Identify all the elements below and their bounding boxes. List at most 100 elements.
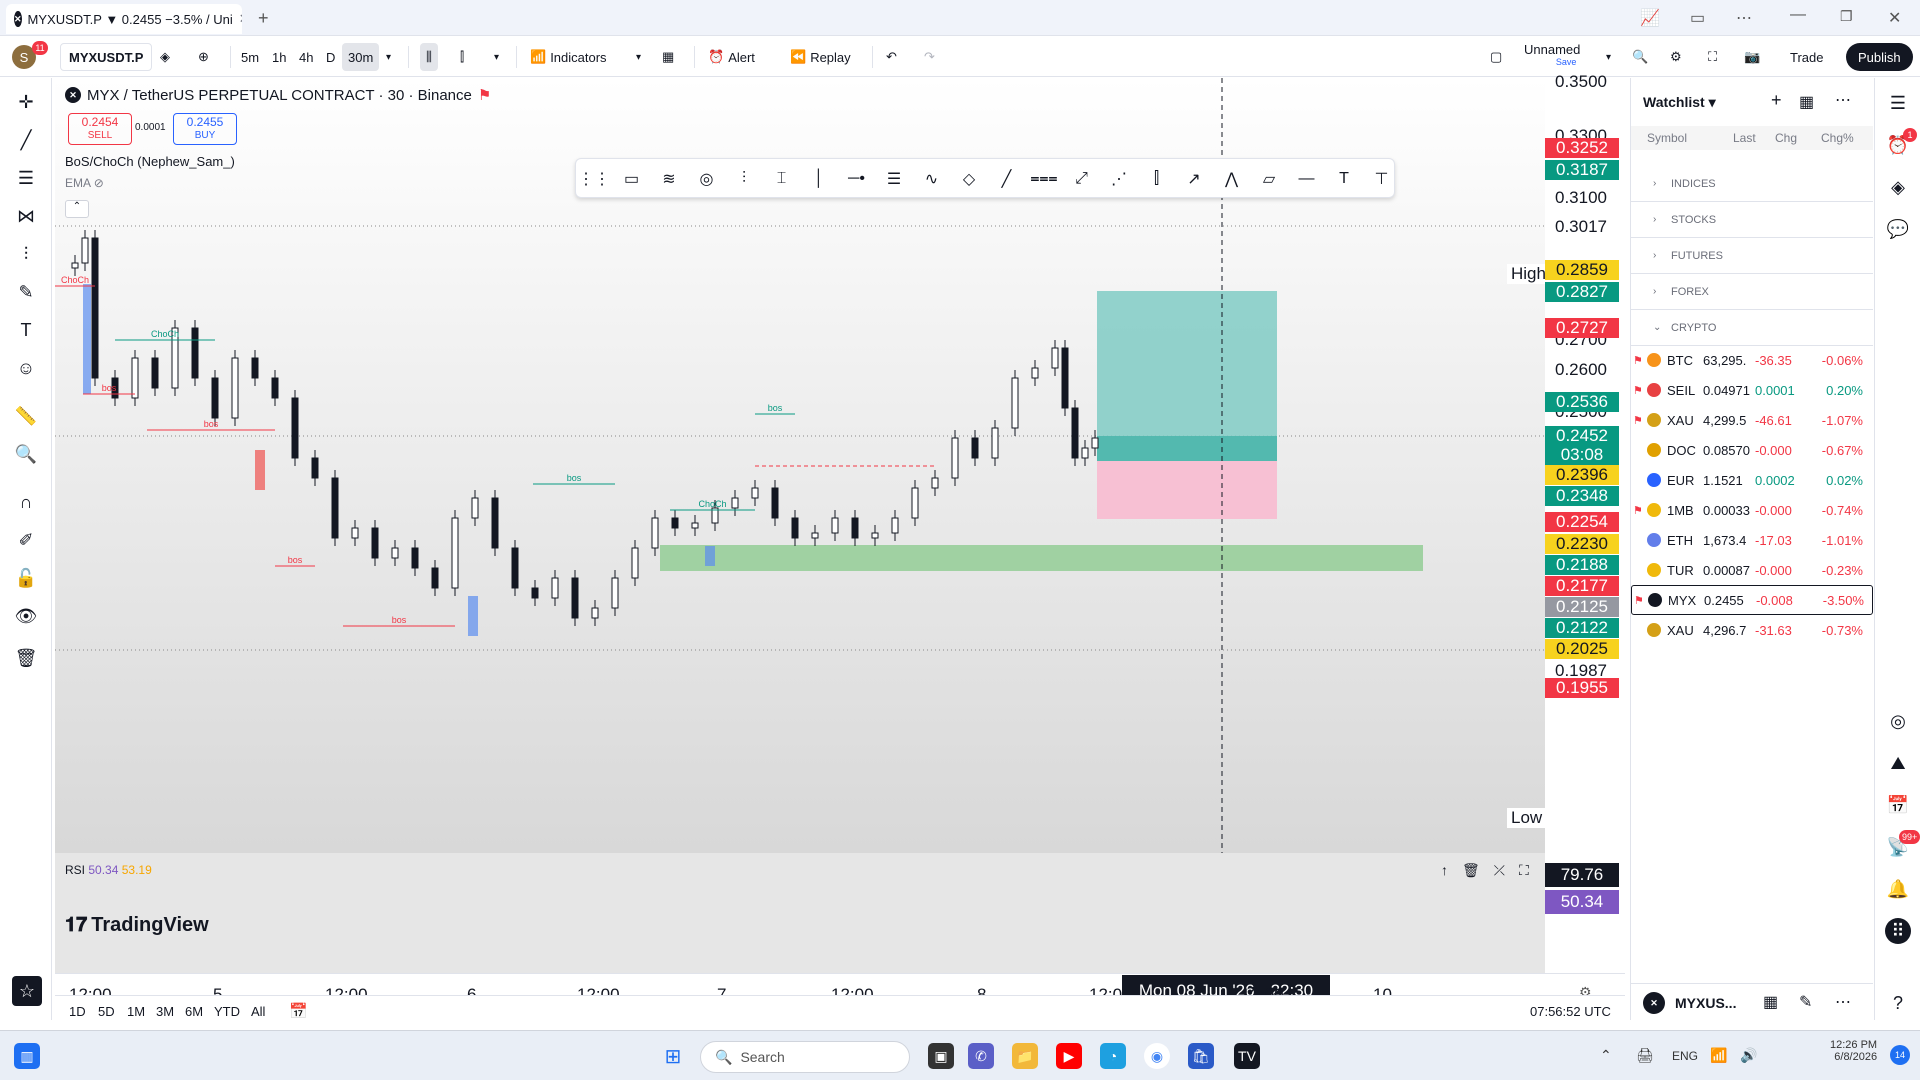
taskbar-search[interactable]: 🔍 Search (700, 1041, 910, 1073)
toolbar-gann-fan-icon[interactable]: ⋰ (1107, 167, 1131, 191)
watchlist-category[interactable]: › FOREX (1631, 274, 1873, 310)
watchlist-row[interactable]: TUR 0.00087 -0.000 -0.23% (1631, 555, 1873, 585)
system-clock[interactable]: 12:26 PM 6/8/2026 (1830, 1039, 1877, 1063)
fib-icon[interactable]: ⫶ (12, 240, 40, 268)
interval-30m[interactable]: 30m (342, 43, 380, 71)
interval-d[interactable]: D (326, 43, 335, 71)
system-tray-chevron-icon[interactable]: ⌃ (1600, 1047, 1612, 1064)
date-range-icon[interactable]: 📅 (289, 1002, 308, 1020)
sell-button[interactable]: 0.2454 SELL (68, 113, 132, 145)
range-all[interactable]: All (251, 1004, 265, 1019)
watchlist-flag-icon[interactable]: ⚑ (1634, 594, 1644, 607)
watchlist-title[interactable]: Watchlist ▾ (1643, 94, 1716, 111)
candles-icon[interactable]: ⫼ (420, 43, 438, 71)
advanced-view-icon[interactable]: ▦ (1799, 92, 1814, 112)
buy-button[interactable]: 0.2455 BUY (173, 113, 237, 145)
col-chgpct[interactable]: Chg% (1821, 131, 1854, 145)
range-1d[interactable]: 1D (69, 1004, 86, 1019)
chrome-icon[interactable]: ◉ (1144, 1043, 1170, 1069)
watchlist-category[interactable]: › FUTURES (1631, 238, 1873, 274)
layout-name-button[interactable]: Unnamed Save (1524, 43, 1580, 71)
utc-clock[interactable]: 07:56:52 UTC (1530, 1004, 1611, 1019)
toolbar-circle-tool-icon[interactable]: ◎ (695, 167, 719, 191)
watchlist-row[interactable]: ⚑ 1MB 0.00033 -0.000 -0.74% (1631, 495, 1873, 525)
toolbar-brush-tool-icon[interactable]: ↗ (1182, 167, 1206, 191)
watchlist-icon[interactable]: ☰ (1885, 90, 1911, 116)
alert-button[interactable]: ⏰ Alert (708, 43, 755, 71)
indicator-ema[interactable]: EMA ⊘ (65, 176, 104, 190)
undo-icon[interactable]: ↶ (886, 43, 897, 71)
calendar-icon[interactable]: 📅 (1885, 792, 1911, 818)
trash-icon[interactable]: 🗑 (12, 644, 40, 672)
toolbar-polyline-icon[interactable]: ∿ (920, 167, 944, 191)
stay-drawing-icon[interactable]: ✐ (12, 526, 40, 554)
text-tool-icon[interactable]: T (12, 316, 40, 344)
toolbar-vertical-line-icon[interactable]: │ (807, 167, 831, 191)
watchlist-category[interactable]: › STOCKS (1631, 202, 1873, 238)
trade-button[interactable]: Trade (1790, 43, 1823, 71)
add-symbol-icon[interactable]: ⊕ (198, 43, 209, 71)
watchlist-footer-symbol[interactable]: ✕ MYXUS... (1643, 992, 1736, 1014)
move-up-icon[interactable]: ↑ (1441, 862, 1448, 879)
indicators-dropdown-icon[interactable]: ▾ (636, 43, 641, 71)
emoji-icon[interactable]: ☺ (12, 354, 40, 382)
store-icon[interactable]: 🛍 (1188, 1043, 1214, 1069)
range-ytd[interactable]: YTD (214, 1004, 240, 1019)
maximize-pane-icon[interactable]: ⛶ (1519, 862, 1529, 879)
watchlist-more-icon[interactable]: ⋯ (1835, 90, 1851, 110)
minimize-button[interactable]: — (1790, 6, 1806, 24)
tradingview-app-icon[interactable]: TV (1234, 1043, 1260, 1069)
replay-button[interactable]: ⏪ Replay (790, 43, 851, 71)
watchlist-flag-icon[interactable]: ⚑ (1633, 384, 1643, 397)
browser-tab[interactable]: ✕ MYXUSDT.P ▼ 0.2455 −3.5% / Uni ✕ (6, 4, 242, 34)
close-window-button[interactable]: ✕ (1888, 8, 1901, 28)
edge-icon[interactable]: ◔ (1100, 1043, 1126, 1069)
object-tree-icon[interactable]: ◈ (1885, 174, 1911, 200)
wifi-icon[interactable]: 📶 (1710, 1047, 1727, 1064)
publish-button[interactable]: Publish (1846, 43, 1913, 71)
fullscreen-icon[interactable]: ⛶ (1708, 43, 1717, 71)
interval-1h[interactable]: 1h (272, 43, 286, 71)
range-3m[interactable]: 3M (156, 1004, 174, 1019)
settings-icon[interactable]: ⚙ (1670, 43, 1682, 71)
rsi-pane[interactable] (55, 853, 1545, 973)
collapse-legend-button[interactable]: ⌃ (65, 200, 89, 218)
hidden-eye-icon[interactable]: ⊘ (94, 176, 104, 190)
col-last[interactable]: Last (1733, 131, 1756, 145)
bar-style-icon[interactable]: ⫿ (460, 43, 464, 71)
toolbar-arrow-tool-icon[interactable]: ⤢ (1070, 167, 1094, 191)
compare-icon[interactable]: ◈ (160, 43, 170, 71)
ideas-icon[interactable]: ⛰ (1885, 750, 1911, 776)
layout-icon[interactable]: ▭ (1690, 8, 1705, 28)
pattern-icon[interactable]: ⋈ (12, 202, 40, 230)
redo-icon[interactable]: ↷ (924, 43, 935, 71)
watchlist-row[interactable]: ⚑ SEIL 0.04971 0.0001 0.20% (1631, 375, 1873, 405)
tray-app-icon[interactable]: 🖨 (1636, 1047, 1654, 1064)
watchlist-flag-icon[interactable]: ⚑ (1633, 354, 1643, 367)
target-icon[interactable]: ◎ (1885, 708, 1911, 734)
toolbar-parallel-channel-icon[interactable]: ☰ (882, 167, 906, 191)
toolbar-measure-tool-icon[interactable]: ⌶ (770, 167, 794, 191)
toolbar-path-tool-icon[interactable]: ≋ (657, 167, 681, 191)
watchlist-flag-icon[interactable]: ⚑ (1633, 414, 1643, 427)
indicator-bos-choch[interactable]: BoS/ChoCh (Nephew_Sam_) (65, 154, 235, 169)
widgets-icon[interactable]: ▥ (14, 1043, 40, 1069)
delete-pane-icon[interactable]: 🗑 (1462, 862, 1480, 879)
toolbar-rotated-rect-icon[interactable]: ◇ (957, 167, 981, 191)
col-chg[interactable]: Chg (1775, 131, 1797, 145)
language-indicator[interactable]: ENG (1672, 1049, 1698, 1063)
watchlist-category[interactable]: › INDICES (1631, 166, 1873, 202)
watchlist-row[interactable]: XAU 4,296.7 -31.63 -0.73% (1631, 615, 1873, 645)
apps-grid-icon[interactable]: ⠿ (1885, 918, 1911, 944)
chat-icon[interactable]: 💬 (1885, 216, 1911, 242)
interval-4h[interactable]: 4h (299, 43, 313, 71)
chart-area[interactable]: ChoCh ChoCh bos bos bos bos bos ChoCh bos ✕ MYX … (55, 72, 1625, 1018)
range-6m[interactable]: 6M (185, 1004, 203, 1019)
magnet-icon[interactable]: ∩ (12, 488, 40, 516)
quick-search-icon[interactable]: 🔍 (1632, 43, 1648, 71)
col-symbol[interactable]: Symbol (1647, 131, 1687, 145)
toolbar-callout-icon[interactable]: ⊤ (1370, 167, 1394, 191)
watchlist-row[interactable]: ⚑ BTC 63,295. -36.35 -0.06% (1631, 345, 1873, 375)
toolbar-fib-tool-icon[interactable]: ⫶ (732, 167, 756, 191)
chart-icon[interactable]: 📈 (1640, 8, 1660, 28)
